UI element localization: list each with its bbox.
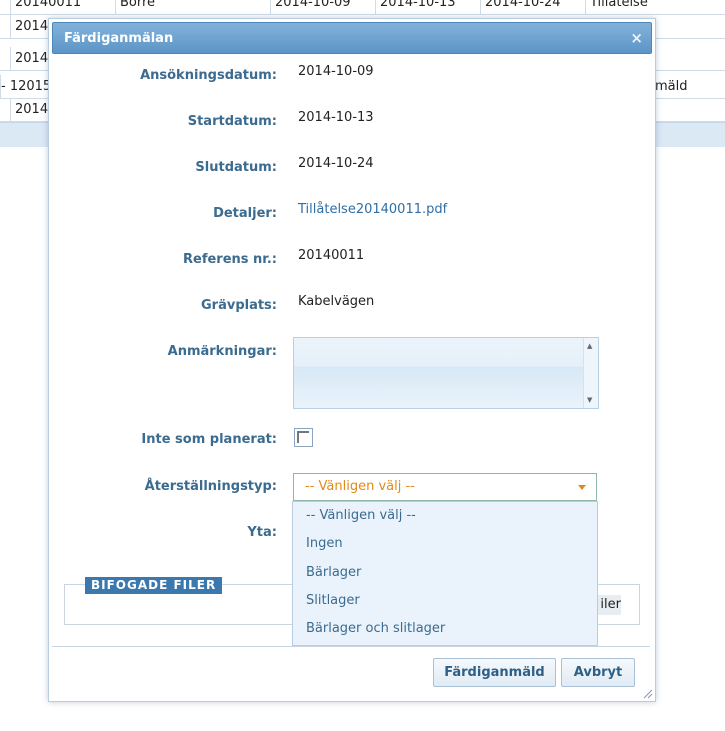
restoration-type-dropdown: -- Vänligen välj -- Ingen Bärlager Slitl… [292, 501, 598, 646]
dropdown-option[interactable]: Ingen [293, 530, 597, 558]
dialog-title: Färdiganmälan [64, 31, 174, 46]
table-cell: 2014-10-13 [375, 0, 480, 14]
reference-label: Referens nr.: [183, 252, 277, 267]
end-date-value: 2014-10-24 [298, 156, 374, 171]
dialog-titlebar[interactable]: Färdiganmälan × [52, 22, 652, 54]
submit-completion-button[interactable]: Färdiganmäld [433, 658, 556, 687]
scroll-down-icon[interactable]: ▼ [587, 396, 592, 404]
cancel-button[interactable]: Avbryt [561, 658, 635, 687]
table-cell: Tillåtelse [585, 0, 725, 14]
close-icon[interactable]: × [630, 23, 643, 54]
table-cell: 20140011 [10, 0, 115, 14]
end-date-label: Slutdatum: [195, 160, 277, 175]
remarks-textarea[interactable]: ▲ ▼ [293, 337, 599, 409]
table-cell: mäld [655, 79, 688, 94]
remarks-label: Anmärkningar: [167, 344, 277, 359]
not-as-planned-checkbox[interactable] [294, 428, 313, 447]
start-date-value: 2014-10-13 [298, 110, 374, 125]
dig-site-label: Grävplats: [200, 298, 277, 313]
restoration-type-selected: -- Vänligen välj -- [305, 479, 415, 494]
dropdown-option[interactable]: Bärlager och slitlager [293, 615, 597, 643]
application-date-value: 2014-10-09 [298, 64, 374, 79]
remarks-scrollbar[interactable]: ▲ ▼ [583, 338, 598, 408]
area-label: Yta: [247, 525, 277, 540]
table-cell: 2014-10-24 [480, 0, 585, 14]
completion-dialog: Färdiganmälan × Ansökningsdatum: 2014-10… [48, 18, 656, 702]
dig-site-value: Kabelvägen [298, 294, 375, 309]
start-date-label: Startdatum: [187, 114, 277, 129]
application-date-label: Ansökningsdatum: [140, 68, 277, 83]
footer-divider [52, 646, 650, 647]
details-label: Detaljer: [213, 206, 277, 221]
table-cell: Borre [115, 0, 270, 14]
restoration-type-label: Återställningstyp: [144, 479, 277, 494]
resize-grip-icon[interactable] [641, 687, 653, 699]
table-row[interactable]: 20140011 Borre 2014-10-09 2014-10-13 201… [0, 0, 725, 15]
reference-value: 20140011 [298, 248, 365, 263]
dropdown-option[interactable]: Bärlager [293, 559, 597, 587]
scroll-up-icon[interactable]: ▲ [587, 342, 592, 350]
table-cell: 2014-10-09 [270, 0, 375, 14]
chevron-down-icon [578, 485, 586, 490]
attachments-legend: BIFOGADE FILER [85, 577, 223, 594]
restoration-type-select[interactable]: -- Vänligen välj -- [293, 473, 597, 501]
not-as-planned-label: Inte som planerat: [141, 432, 277, 447]
details-pdf-link[interactable]: Tillåtelse20140011.pdf [298, 202, 447, 217]
dropdown-option[interactable]: Slitlager [293, 587, 597, 615]
dropdown-option[interactable]: -- Vänligen välj -- [293, 502, 597, 530]
